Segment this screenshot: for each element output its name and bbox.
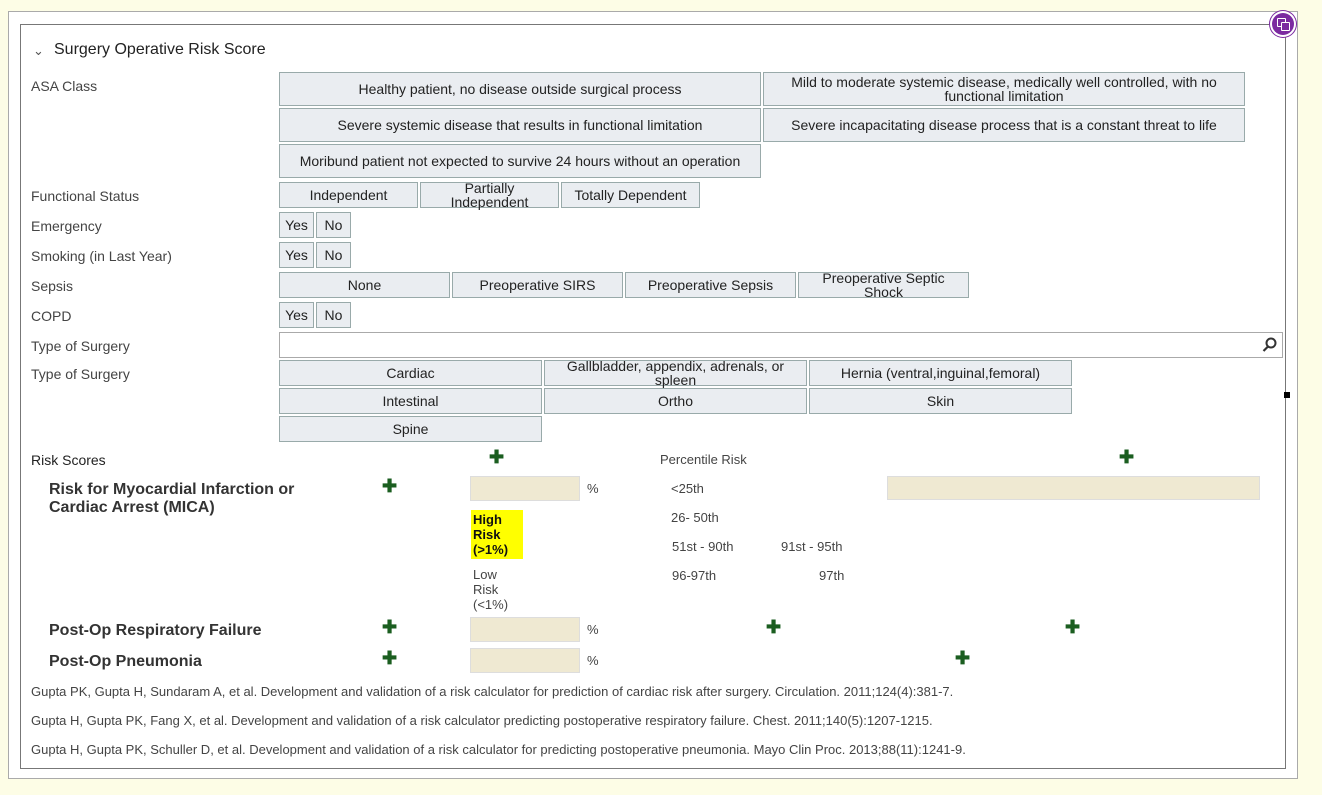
- plus-icon[interactable]: ✚: [1119, 448, 1134, 466]
- sepsis-sepsis-button[interactable]: Preoperative Sepsis: [625, 272, 796, 298]
- section-title[interactable]: Surgery Operative Risk Score: [54, 41, 266, 59]
- emergency-label: Emergency: [31, 218, 102, 234]
- plus-icon[interactable]: ✚: [955, 649, 970, 667]
- emergency-no-button[interactable]: No: [316, 212, 351, 238]
- asa-option-5-button[interactable]: Moribund patient not expected to survive…: [279, 144, 761, 178]
- sepsis-sirs-button[interactable]: Preoperative SIRS: [452, 272, 623, 298]
- percentile-26-50: 26- 50th: [671, 510, 719, 525]
- surgery-gallbladder-button[interactable]: Gallbladder, appendix, adrenals, or sple…: [544, 359, 807, 387]
- high-risk-badge: High Risk (>1%): [471, 510, 523, 559]
- surgery-skin-button[interactable]: Skin: [809, 388, 1072, 414]
- reference-2: Gupta H, Gupta PK, Fang X, et al. Develo…: [31, 713, 933, 728]
- smoking-label: Smoking (in Last Year): [31, 248, 172, 264]
- pneumonia-unit: %: [587, 653, 599, 668]
- percentile-lt25: <25th: [671, 481, 704, 496]
- percentile-96-97: 96-97th: [672, 568, 717, 583]
- reference-1: Gupta PK, Gupta H, Sundaram A, et al. De…: [31, 684, 954, 699]
- surgery-ortho-button[interactable]: Ortho: [544, 388, 807, 414]
- surgery-type-label: Type of Surgery: [31, 366, 130, 382]
- percentile-bar: [887, 476, 1260, 500]
- plus-icon[interactable]: ✚: [382, 649, 397, 667]
- functional-status-label: Functional Status: [31, 188, 140, 204]
- functional-partially-independent-button[interactable]: Partially Independent: [420, 181, 559, 209]
- sepsis-septic-shock-button[interactable]: Preoperative Septic Shock: [798, 271, 969, 299]
- surgery-search-input[interactable]: [279, 332, 1283, 358]
- search-icon[interactable]: [1262, 336, 1278, 354]
- functional-independent-button[interactable]: Independent: [279, 182, 418, 208]
- surgery-search-label: Type of Surgery: [31, 338, 130, 354]
- asa-class-label: ASA Class: [31, 78, 98, 94]
- emergency-yes-button[interactable]: Yes: [279, 212, 314, 238]
- reference-3: Gupta H, Gupta PK, Schuller D, et al. De…: [31, 742, 966, 757]
- surgery-intestinal-button[interactable]: Intestinal: [279, 388, 542, 414]
- percentile-51-90: 51st - 90th: [672, 539, 734, 554]
- risk-scores-label: Risk Scores: [31, 452, 106, 468]
- sepsis-label: Sepsis: [31, 278, 74, 294]
- surgery-spine-button[interactable]: Spine: [279, 416, 542, 442]
- sepsis-none-button[interactable]: None: [279, 272, 450, 298]
- copd-label: COPD: [31, 308, 72, 324]
- percentile-91-95: 91st - 95th: [781, 539, 843, 554]
- resize-handle[interactable]: [1284, 392, 1290, 398]
- smoking-yes-button[interactable]: Yes: [279, 242, 314, 268]
- percentile-risk-label: Percentile Risk: [660, 452, 747, 467]
- low-risk-label: Low Risk (<1%): [473, 567, 509, 612]
- percentile-97: 97th: [819, 568, 845, 583]
- copy-badge-icon[interactable]: [1272, 13, 1294, 35]
- copd-yes-button[interactable]: Yes: [279, 302, 314, 328]
- surgery-cardiac-button[interactable]: Cardiac: [279, 360, 542, 386]
- asa-option-4-button[interactable]: Severe incapacitating disease process th…: [763, 108, 1245, 142]
- plus-icon[interactable]: ✚: [1065, 618, 1080, 636]
- functional-totally-dependent-button[interactable]: Totally Dependent: [561, 182, 700, 208]
- asa-option-2-button[interactable]: Mild to moderate systemic disease, medic…: [763, 72, 1245, 106]
- smoking-no-button[interactable]: No: [316, 242, 351, 268]
- asa-option-3-button[interactable]: Severe systemic disease that results in …: [279, 108, 761, 142]
- plus-icon[interactable]: ✚: [766, 618, 781, 636]
- mica-title: Risk for Myocardial Infarction or Cardia…: [49, 481, 295, 516]
- copd-no-button[interactable]: No: [316, 302, 351, 328]
- resp-failure-unit: %: [587, 622, 599, 637]
- resp-failure-value-field: [470, 617, 580, 642]
- mica-unit: %: [587, 481, 599, 496]
- pneumonia-value-field: [470, 648, 580, 673]
- plus-icon[interactable]: ✚: [489, 448, 504, 466]
- resp-failure-title: Post-Op Respiratory Failure: [49, 622, 262, 639]
- plus-icon[interactable]: ✚: [382, 477, 397, 495]
- mica-value-field: [470, 476, 580, 501]
- plus-icon[interactable]: ✚: [382, 618, 397, 636]
- asa-option-1-button[interactable]: Healthy patient, no disease outside surg…: [279, 72, 761, 106]
- chevron-down-icon[interactable]: ⌄: [33, 43, 44, 59]
- pneumonia-title: Post-Op Pneumonia: [49, 653, 202, 670]
- surgery-hernia-button[interactable]: Hernia (ventral,inguinal,femoral): [809, 360, 1072, 386]
